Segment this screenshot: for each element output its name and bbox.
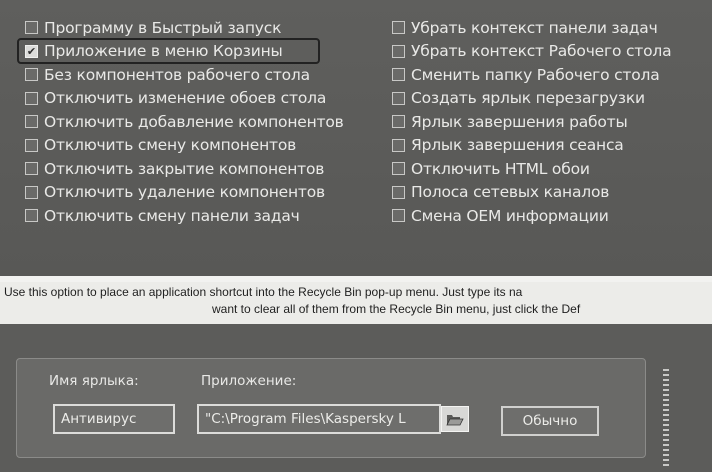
description-line-2: want to clear all of them from the Recyc… [212, 302, 581, 316]
description-line-1: Use this option to place an application … [4, 285, 523, 299]
checkbox[interactable] [392, 162, 405, 176]
option-no-desktop-components[interactable]: Без компонентов рабочего стола [25, 63, 344, 87]
checkbox[interactable] [392, 21, 405, 35]
option-label: Отключить изменение обоев стола [44, 89, 327, 108]
checkbox[interactable] [25, 138, 38, 152]
option-label: Сменить папку Рабочего стола [411, 65, 660, 84]
option-remove-desktop-context[interactable]: Убрать контекст Рабочего стола [392, 40, 672, 64]
option-label: Убрать контекст панели задач [411, 18, 658, 37]
application-path-input[interactable]: "C:\Program Files\Kaspersky L [197, 404, 441, 434]
default-button[interactable]: Обычно [501, 406, 599, 436]
option-label: Отключить удаление компонентов [44, 183, 325, 202]
resize-grip[interactable] [663, 369, 669, 469]
checkbox[interactable] [392, 138, 405, 152]
option-disable-add-components[interactable]: Отключить добавление компонентов [25, 110, 344, 134]
option-label: Смена OEM информации [411, 206, 609, 225]
shortcut-panel: Имя ярлыка: Приложение: Антивирус "C:\Pr… [0, 324, 712, 472]
option-shutdown-shortcut[interactable]: Ярлык завершения работы [392, 110, 671, 134]
checkbox[interactable] [25, 185, 38, 199]
options-right-column: Убрать контекст панели задач Убрать конт… [392, 16, 672, 228]
application-label: Приложение: [201, 373, 297, 389]
option-label: Отключить смену панели задач [44, 206, 300, 225]
checkbox[interactable] [25, 162, 38, 176]
checkbox[interactable] [392, 68, 405, 82]
checkbox[interactable] [392, 91, 405, 105]
checkbox[interactable] [25, 68, 38, 82]
tweak-window: { "options": { "left": [ {"label": "Прог… [0, 0, 712, 472]
option-label: Отключить HTML обои [411, 159, 590, 178]
shortcut-name-input[interactable]: Антивирус [53, 404, 175, 434]
option-disable-wallpaper-change[interactable]: Отключить изменение обоев стола [25, 87, 344, 111]
checkbox[interactable] [392, 185, 405, 199]
option-recycle-bin-app[interactable]: ✔ Приложение в меню Корзины [17, 37, 344, 64]
options-panel: Программу в Быстрый запуск ✔ Приложение … [0, 0, 712, 283]
option-remove-taskbar-context[interactable]: Убрать контекст панели задач [392, 16, 671, 40]
option-quick-launch[interactable]: Программу в Быстрый запуск [25, 16, 344, 40]
checkbox[interactable] [25, 115, 38, 129]
option-label: Отключить смену компонентов [44, 136, 297, 155]
option-network-bandwidth[interactable]: Полоса сетевых каналов [392, 181, 671, 205]
option-label: Без компонентов рабочего стола [44, 65, 310, 84]
checkbox[interactable] [392, 115, 405, 129]
checkbox[interactable] [392, 44, 405, 58]
shortcut-group: Имя ярлыка: Приложение: Антивирус "C:\Pr… [16, 358, 646, 458]
folder-open-icon [446, 415, 464, 426]
option-label: Ярлык завершения работы [411, 112, 628, 131]
checkbox[interactable] [25, 91, 38, 105]
option-disable-close-components[interactable]: Отключить закрытие компонентов [25, 157, 344, 181]
option-label: Полоса сетевых каналов [411, 183, 610, 202]
option-label: Программу в Быстрый запуск [44, 18, 282, 37]
checkbox[interactable] [25, 21, 38, 35]
option-disable-delete-components[interactable]: Отключить удаление компонентов [25, 181, 344, 205]
option-description: Use this option to place an application … [0, 282, 712, 324]
option-disable-html-wallpaper[interactable]: Отключить HTML обои [392, 157, 671, 181]
checkbox[interactable] [25, 209, 38, 223]
option-disable-taskbar-change[interactable]: Отключить смену панели задач [25, 204, 344, 228]
option-label: Приложение в меню Корзины [44, 42, 283, 61]
option-disable-change-components[interactable]: Отключить смену компонентов [25, 134, 344, 158]
option-label: Отключить закрытие компонентов [44, 159, 325, 178]
option-label: Ярлык завершения сеанса [411, 136, 624, 155]
checkbox[interactable] [392, 209, 405, 223]
option-label: Создать ярлык перезагрузки [411, 89, 645, 108]
option-logoff-shortcut[interactable]: Ярлык завершения сеанса [392, 134, 671, 158]
option-label: Отключить добавление компонентов [44, 112, 344, 131]
option-label: Убрать контекст Рабочего стола [411, 42, 672, 61]
option-change-oem-info[interactable]: Смена OEM информации [392, 204, 671, 228]
option-change-desktop-folder[interactable]: Сменить папку Рабочего стола [392, 63, 671, 87]
option-reboot-shortcut[interactable]: Создать ярлык перезагрузки [392, 87, 671, 111]
checkbox-checked[interactable]: ✔ [25, 44, 38, 58]
shortcut-name-label: Имя ярлыка: [49, 373, 139, 389]
checkmark-icon: ✔ [26, 44, 37, 58]
options-left-column: Программу в Быстрый запуск ✔ Приложение … [17, 16, 344, 228]
browse-button[interactable] [441, 406, 469, 432]
